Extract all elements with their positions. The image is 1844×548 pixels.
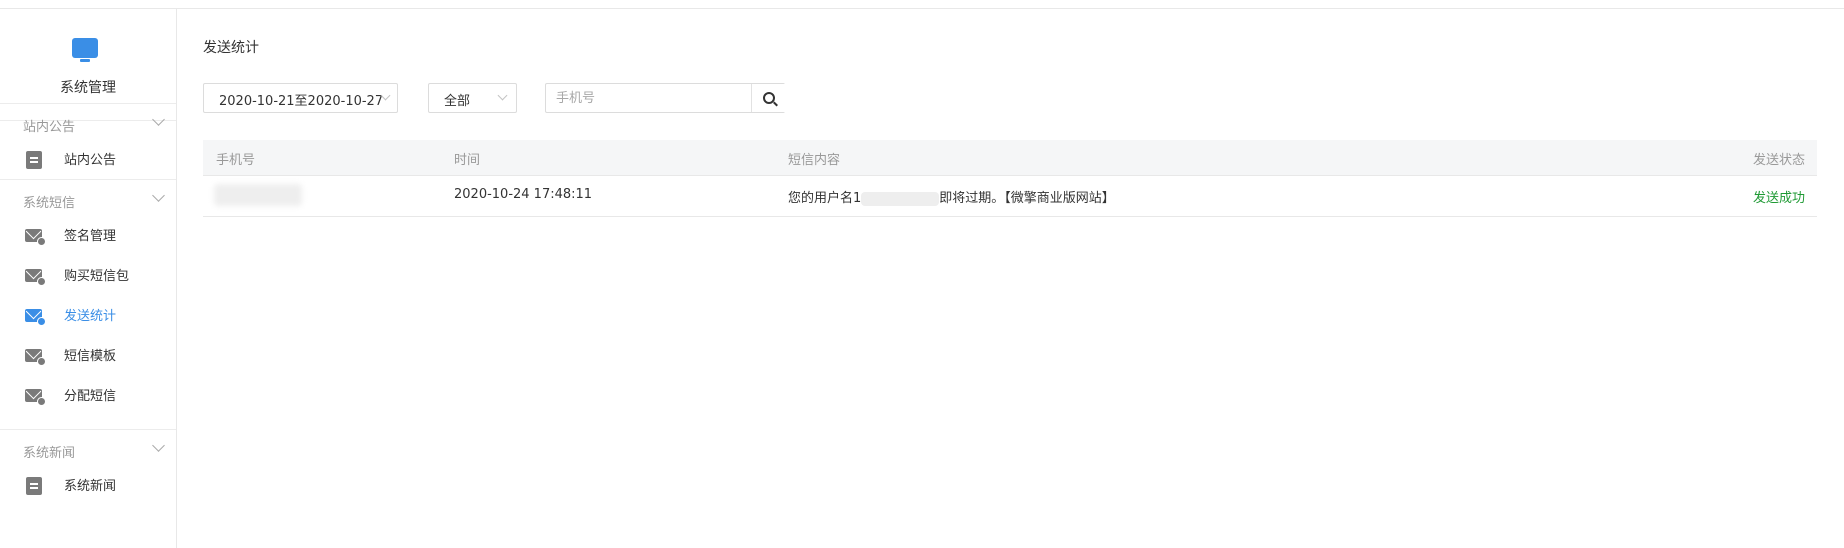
sidebar-item-label: 站内公告	[64, 153, 117, 168]
group-label: 站内公告	[23, 120, 76, 135]
monitor-icon	[72, 38, 98, 62]
group-label: 系统新闻	[23, 446, 76, 461]
chevron-down-icon	[152, 439, 165, 452]
column-header-status: 发送状态	[1752, 153, 1805, 168]
cell-status: 发送成功	[1752, 191, 1805, 206]
sidebar-item-signature-management[interactable]: 签名管理	[0, 214, 176, 254]
search-button[interactable]	[751, 84, 785, 112]
sidebar-item-send-statistics[interactable]: 发送统计	[0, 294, 176, 334]
chevron-down-icon	[497, 90, 508, 101]
table-header: 手机号 时间 短信内容 发送状态	[203, 140, 1817, 176]
sidebar-item-system-news[interactable]: 系统新闻	[0, 464, 176, 504]
sidebar-item-label: 购买短信包	[64, 269, 130, 284]
redacted-phone	[214, 184, 302, 206]
status-value: 全部	[444, 94, 471, 109]
status-select[interactable]: 全部	[428, 83, 517, 113]
content-prefix: 您的用户名1	[788, 191, 862, 206]
sidebar-item-label: 系统新闻	[64, 479, 117, 494]
content-suffix: 即将过期。【微擎商业版网站】	[939, 191, 1115, 206]
page-title: 发送统计	[203, 40, 259, 56]
mail-icon	[25, 349, 46, 366]
chevron-down-icon	[152, 113, 165, 126]
mail-icon	[25, 269, 46, 286]
document-icon	[26, 151, 42, 169]
date-range-value: 2020-10-21至2020-10-27	[219, 94, 384, 109]
column-header-phone: 手机号	[216, 153, 256, 168]
mail-icon	[25, 309, 46, 326]
column-header-content: 短信内容	[788, 153, 841, 168]
sidebar-item-sms-templates[interactable]: 短信模板	[0, 334, 176, 374]
chevron-down-icon	[152, 189, 165, 202]
main-content: 发送统计 2020-10-21至2020-10-27 全部 手机号 时间 短信内…	[176, 9, 1844, 548]
date-range-picker[interactable]: 2020-10-21至2020-10-27	[203, 83, 398, 113]
sidebar-item-label: 分配短信	[64, 389, 117, 404]
sidebar-item-label: 短信模板	[64, 349, 117, 364]
table-row[interactable]: 2020-10-24 17:48:11 您的用户名1 即将过期。【微擎商业版网站】…	[203, 176, 1817, 217]
cell-content: 您的用户名1 即将过期。【微擎商业版网站】	[788, 187, 1115, 206]
search-icon	[763, 92, 775, 104]
mail-icon	[25, 229, 46, 246]
document-icon	[26, 477, 42, 495]
sidebar-item-buy-sms-package[interactable]: 购买短信包	[0, 254, 176, 294]
search-input[interactable]	[546, 84, 751, 112]
redacted-username	[861, 191, 940, 206]
sidebar: 系统管理 站内公告 站内公告 系统短信 签名管理 购买短信包 发送统计 短信模板…	[0, 9, 177, 548]
phone-search	[545, 83, 785, 113]
brand-label: 系统管理	[60, 80, 116, 96]
sidebar-item-announcements[interactable]: 站内公告	[0, 138, 176, 178]
group-label: 系统短信	[23, 196, 76, 211]
column-header-time: 时间	[454, 153, 481, 168]
sidebar-item-label: 签名管理	[64, 229, 117, 244]
cell-time: 2020-10-24 17:48:11	[454, 187, 593, 202]
sidebar-item-label: 发送统计	[64, 309, 117, 324]
sidebar-item-allocate-sms[interactable]: 分配短信	[0, 374, 176, 414]
mail-icon	[25, 389, 46, 406]
